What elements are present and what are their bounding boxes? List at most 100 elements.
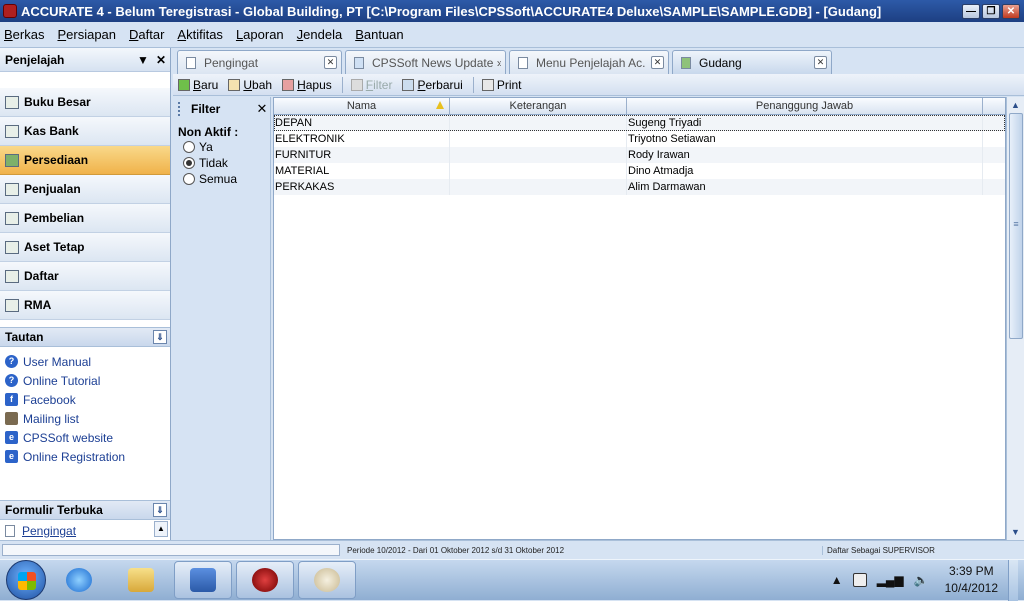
cell-penanggung-jawab[interactable]: Rody Irawan xyxy=(627,147,983,163)
scroll-down-arrow-icon[interactable]: ▼ xyxy=(1007,524,1024,540)
radio-label: Tidak xyxy=(199,156,228,170)
close-tab-icon[interactable]: ✕ xyxy=(814,56,827,69)
taskbar-clock[interactable]: 3:39 PM 10/4/2012 xyxy=(945,563,998,597)
nav-daftar[interactable]: Daftar xyxy=(0,262,170,291)
scroll-up-arrow-icon[interactable]: ▲ xyxy=(1007,97,1024,113)
table-row[interactable]: FURNITUR Rody Irawan xyxy=(274,147,1005,163)
grip-icon[interactable] xyxy=(178,102,187,116)
ledger-icon xyxy=(5,95,19,109)
link-mailing-list[interactable]: Mailing list xyxy=(0,409,170,428)
cell-keterangan[interactable] xyxy=(450,131,627,147)
column-header-keterangan[interactable]: Keterangan xyxy=(450,98,627,114)
tab-menu-penjelajah[interactable]: Menu Penjelajah Ac... ✕ xyxy=(509,50,669,74)
close-window-button[interactable]: ✕ xyxy=(1002,3,1020,19)
new-button[interactable]: Baru xyxy=(178,78,218,92)
cell-keterangan[interactable] xyxy=(450,115,627,131)
cell-nama[interactable]: DEPAN xyxy=(274,115,450,131)
forms-scroll-up[interactable]: ▲ xyxy=(154,521,168,537)
cell-keterangan[interactable] xyxy=(450,163,627,179)
link-online-tutorial[interactable]: ? Online Tutorial xyxy=(0,371,170,390)
start-button[interactable] xyxy=(6,560,46,600)
system-tray: ▲ ▂▄▆ 🔈 3:39 PM 10/4/2012 xyxy=(831,559,1024,601)
taskbar-accurate[interactable] xyxy=(236,561,294,599)
open-forms-header[interactable]: Formulir Terbuka ⇓ xyxy=(0,500,170,520)
cell-keterangan[interactable] xyxy=(450,147,627,163)
table-row[interactable]: ELEKTRONIK Triyotno Setiawan xyxy=(274,131,1005,147)
nav-kas-bank[interactable]: Kas Bank xyxy=(0,117,170,146)
taskbar-file-explorer[interactable] xyxy=(112,561,170,599)
menu-berkas[interactable]: Berkas xyxy=(4,27,44,42)
cell-penanggung-jawab[interactable]: Sugeng Triyadi xyxy=(627,115,983,131)
menu-jendela[interactable]: Jendela xyxy=(297,27,343,42)
close-icon[interactable]: ✕ xyxy=(152,53,170,67)
toolbar-separator xyxy=(472,76,474,93)
close-tab-icon[interactable]: ✕ xyxy=(651,56,664,69)
radio-circle-icon xyxy=(183,173,195,185)
link-facebook[interactable]: f Facebook xyxy=(0,390,170,409)
minimize-button[interactable]: — xyxy=(962,3,980,19)
cell-penanggung-jawab[interactable]: Alim Darmawan xyxy=(627,179,983,195)
cell-nama[interactable]: ELEKTRONIK xyxy=(274,131,450,147)
cell-penanggung-jawab[interactable]: Triyotno Setiawan xyxy=(627,131,983,147)
menu-persiapan[interactable]: Persiapan xyxy=(57,27,116,42)
tab-pengingat[interactable]: Pengingat ✕ xyxy=(177,50,342,74)
chevron-double-down-icon[interactable]: ⇓ xyxy=(153,330,167,344)
accurate-app-icon[interactable] xyxy=(3,4,17,18)
tab-cpssoft-news[interactable]: CPSSoft News Update » ... xyxy=(345,50,506,74)
grid-vertical-scrollbar[interactable]: ▲ ≡ ▼ xyxy=(1006,97,1024,540)
links-header[interactable]: Tautan ⇓ xyxy=(0,327,170,347)
tab-gudang[interactable]: Gudang ✕ xyxy=(672,50,832,74)
table-row[interactable]: PERKAKAS Alim Darmawan xyxy=(274,179,1005,195)
link-cpssoft-website[interactable]: e CPSSoft website xyxy=(0,428,170,447)
close-tab-icon[interactable]: ✕ xyxy=(324,56,337,69)
edit-button[interactable]: Ubah xyxy=(228,78,272,92)
close-icon[interactable]: ✕ xyxy=(254,101,270,117)
column-header-penanggung-jawab[interactable]: Penanggung Jawab xyxy=(627,98,983,114)
menu-aktifitas[interactable]: Aktifitas xyxy=(177,27,223,42)
taskbar-word[interactable] xyxy=(174,561,232,599)
cell-nama[interactable]: PERKAKAS xyxy=(274,179,450,195)
refresh-button[interactable]: Perbarui xyxy=(402,78,463,92)
nav-aset-tetap[interactable]: Aset Tetap xyxy=(0,233,170,262)
chevron-double-down-icon[interactable]: ⇓ xyxy=(153,503,167,517)
show-desktop-button[interactable] xyxy=(1008,559,1018,601)
menu-daftar[interactable]: Daftar xyxy=(129,27,164,42)
nav-label: Kas Bank xyxy=(24,124,79,138)
network-signal-icon[interactable]: ▂▄▆ xyxy=(877,573,904,587)
radio-tidak[interactable]: Tidak xyxy=(173,155,270,171)
menu-laporan[interactable]: Laporan xyxy=(236,27,284,42)
table-row[interactable]: DEPAN Sugeng Triyadi xyxy=(274,115,1005,131)
link-user-manual[interactable]: ? User Manual xyxy=(0,352,170,371)
nav-rma[interactable]: RMA xyxy=(0,291,170,320)
open-form-pengingat[interactable]: Pengingat xyxy=(0,522,170,540)
usb-device-icon[interactable] xyxy=(852,573,867,587)
nav-buku-besar[interactable]: Buku Besar xyxy=(0,88,170,117)
link-online-registration[interactable]: e Online Registration xyxy=(0,447,170,466)
cash-bank-icon xyxy=(5,124,19,138)
nav-penjualan[interactable]: Penjualan xyxy=(0,175,170,204)
nav-pembelian[interactable]: Pembelian xyxy=(0,204,170,233)
facebook-icon: f xyxy=(5,393,18,406)
cell-nama[interactable]: FURNITUR xyxy=(274,147,450,163)
taskbar-internet-explorer[interactable] xyxy=(50,561,108,599)
cell-penanggung-jawab[interactable]: Dino Atmadja xyxy=(627,163,983,179)
restore-button[interactable]: ❐ xyxy=(982,3,1000,19)
scroll-thumb[interactable]: ≡ xyxy=(1009,113,1023,339)
radio-semua[interactable]: Semua xyxy=(173,171,270,187)
column-header-nama[interactable]: Nama xyxy=(274,98,450,114)
print-button[interactable]: Print xyxy=(481,78,522,92)
dropdown-arrow-icon[interactable]: ▼ xyxy=(134,53,152,67)
delete-button[interactable]: Hapus xyxy=(282,78,332,92)
show-hidden-icons-icon[interactable]: ▲ xyxy=(831,573,843,587)
cell-nama[interactable]: MATERIAL xyxy=(274,163,450,179)
filter-button[interactable]: Filter xyxy=(350,78,392,92)
table-row[interactable]: MATERIAL Dino Atmadja xyxy=(274,163,1005,179)
tab-label: Menu Penjelajah Ac... xyxy=(536,55,645,70)
cell-keterangan[interactable] xyxy=(450,179,627,195)
word-icon xyxy=(190,568,216,592)
volume-icon[interactable]: 🔈 xyxy=(914,573,929,587)
radio-ya[interactable]: Ya xyxy=(173,139,270,155)
taskbar-paint[interactable] xyxy=(298,561,356,599)
menu-bantuan[interactable]: Bantuan xyxy=(355,27,403,42)
nav-persediaan[interactable]: Persediaan xyxy=(0,146,170,175)
